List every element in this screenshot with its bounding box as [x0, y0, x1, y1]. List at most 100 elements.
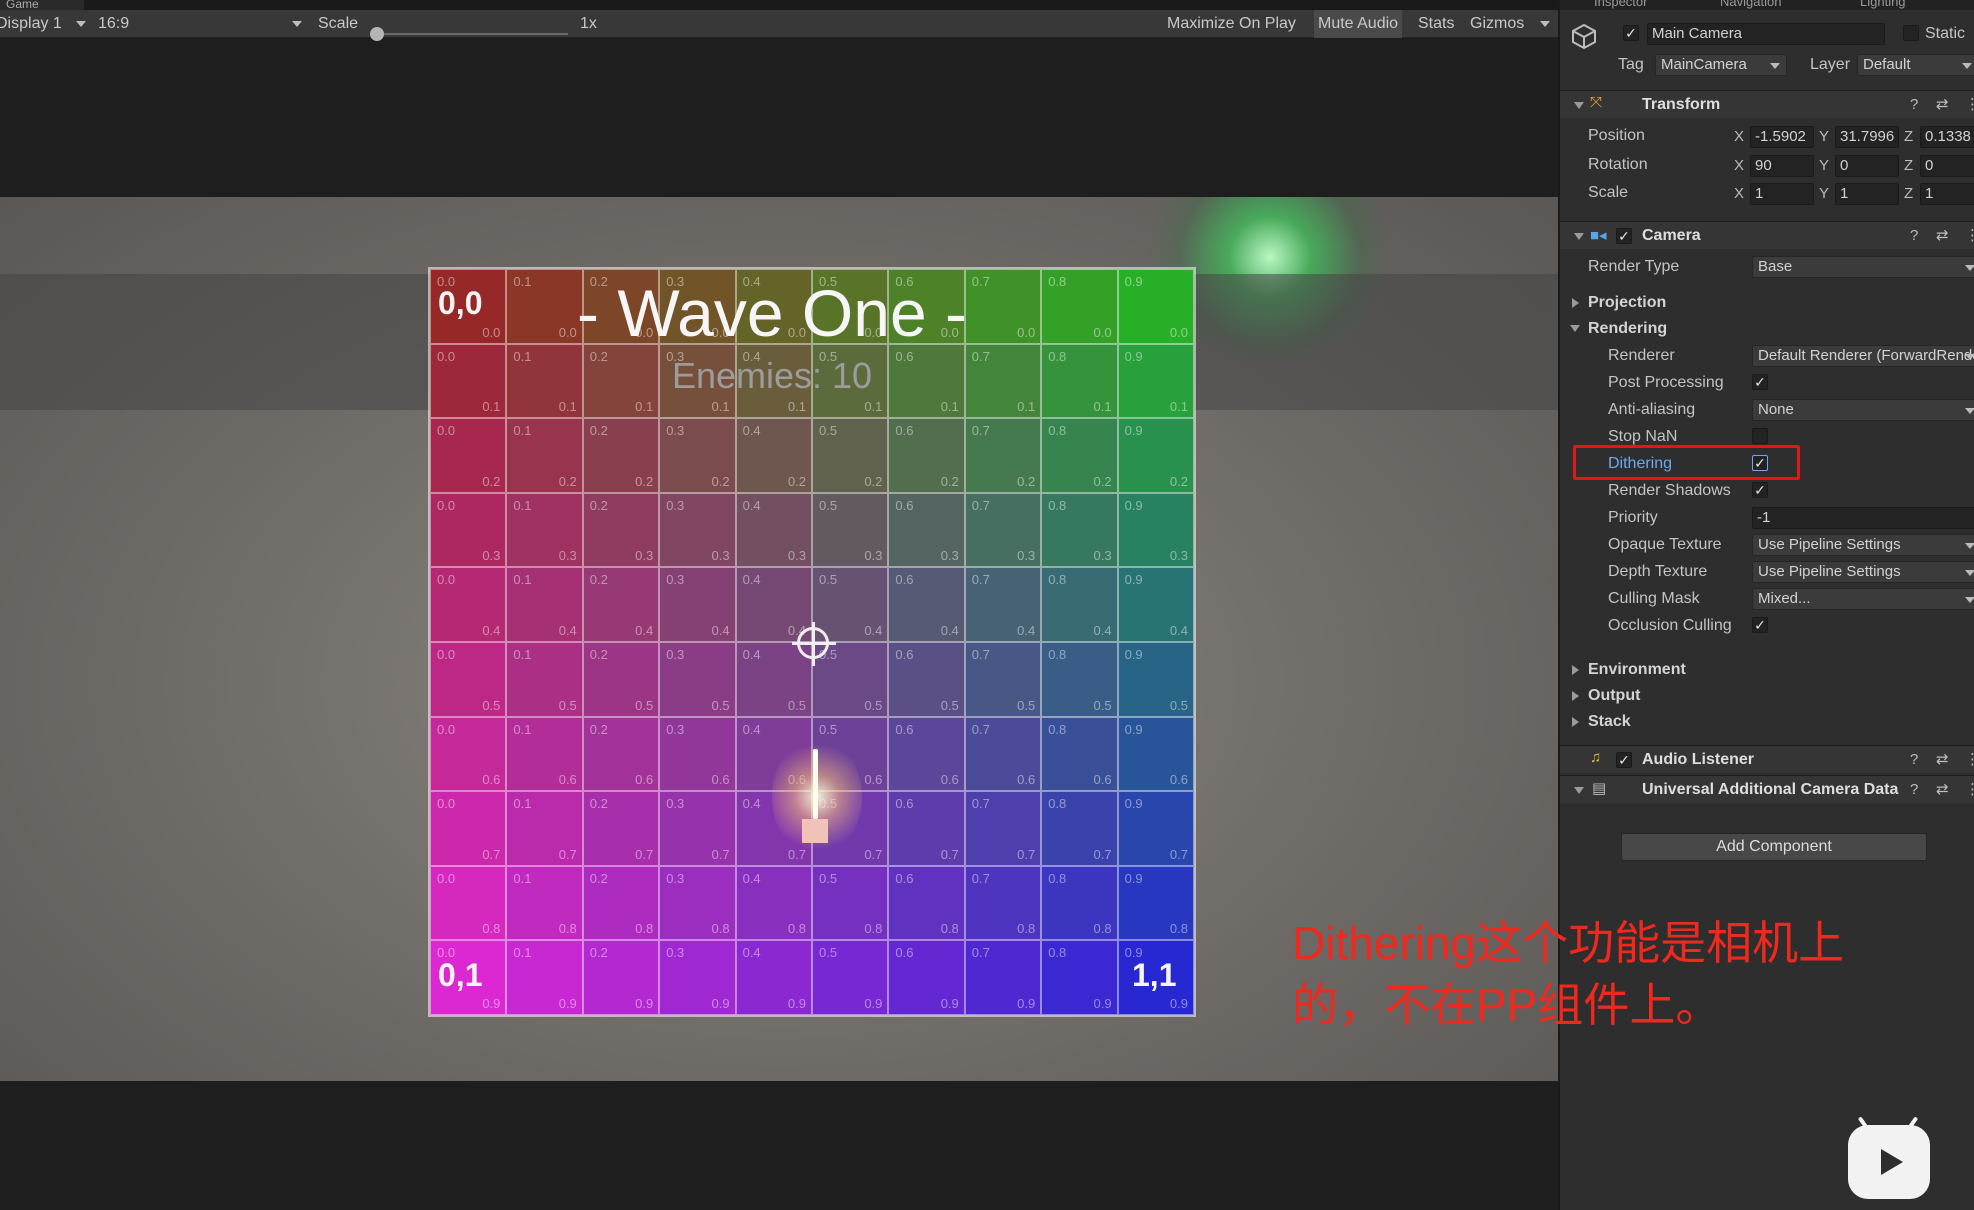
projection-section[interactable]: Projection: [1588, 294, 1666, 312]
help-icon[interactable]: ?: [1910, 781, 1918, 798]
tab-lighting[interactable]: Lighting: [1860, 0, 1906, 9]
rotation-y-field[interactable]: 0: [1835, 155, 1899, 177]
player-ship: [802, 819, 828, 843]
post-processing-checkbox[interactable]: ✓: [1752, 374, 1768, 390]
grid-cell-u-label: 0.8: [1048, 348, 1067, 364]
position-y-field[interactable]: 31.7996: [1835, 126, 1899, 148]
grid-cell-v-label: 0.3: [1169, 548, 1188, 564]
grid-cell-v-label: 0.3: [940, 548, 959, 564]
foldout-closed-icon[interactable]: [1572, 717, 1579, 727]
foldout-open-icon[interactable]: [1574, 102, 1584, 109]
help-icon[interactable]: ?: [1910, 751, 1918, 768]
scale-slider-handle[interactable]: [370, 27, 384, 41]
foldout-open-icon[interactable]: [1574, 233, 1584, 240]
grid-cell-v-label: 0.6: [1093, 772, 1112, 788]
renderer-dropdown[interactable]: Default Renderer (ForwardRenderer): [1752, 345, 1974, 367]
grid-cell: 0.6 0.6: [888, 716, 965, 792]
menu-icon[interactable]: ⋮: [1965, 95, 1974, 113]
grid-cell: 0.3 0.4: [659, 567, 736, 642]
add-component-button[interactable]: Add Component: [1621, 833, 1927, 861]
foldout-open-icon[interactable]: [1574, 787, 1584, 794]
menu-icon[interactable]: ⋮: [1965, 226, 1974, 244]
foldout-closed-icon[interactable]: [1572, 691, 1579, 701]
rotation-x-field[interactable]: 90: [1750, 155, 1814, 177]
tab-inspector[interactable]: Inspector: [1594, 0, 1647, 9]
render-type-dropdown[interactable]: Base: [1752, 256, 1974, 278]
game-tab[interactable]: Game: [0, 0, 84, 10]
grid-cell-v-label: 0.1: [1017, 399, 1036, 415]
camera-header[interactable]: ■◂ ✓ Camera ? ⇄ ⋮: [1560, 221, 1974, 249]
output-section[interactable]: Output: [1588, 687, 1640, 705]
active-toggle[interactable]: ✓: [1623, 25, 1639, 41]
grid-cell: 0.0 0.5: [430, 641, 507, 717]
tab-navigation[interactable]: Navigation: [1720, 0, 1781, 9]
scale-slider[interactable]: [378, 33, 568, 35]
preset-icon[interactable]: ⇄: [1936, 95, 1949, 113]
occlusion-culling-checkbox[interactable]: ✓: [1752, 617, 1768, 633]
grid-cell: 0.6 0.4: [888, 567, 965, 642]
menu-icon[interactable]: ⋮: [1965, 780, 1974, 798]
audio-listener-toggle[interactable]: ✓: [1616, 752, 1632, 768]
static-toggle[interactable]: [1903, 25, 1919, 41]
additional-camera-data-header[interactable]: ▤ Universal Additional Camera Data ? ⇄ ⋮: [1560, 775, 1974, 803]
rotation-z-field[interactable]: 0: [1920, 155, 1974, 177]
menu-icon[interactable]: ⋮: [1965, 750, 1974, 768]
opaque-texture-dropdown[interactable]: Use Pipeline Settings: [1752, 534, 1974, 556]
camera-enabled-toggle[interactable]: ✓: [1616, 228, 1632, 244]
grid-cell-u-label: 0.6: [895, 721, 914, 737]
grid-cell-v-label: 0.9: [1169, 995, 1188, 1011]
grid-cell-v-label: 0.5: [1169, 697, 1188, 713]
render-shadows-checkbox[interactable]: ✓: [1752, 482, 1768, 498]
preset-icon[interactable]: ⇄: [1936, 750, 1949, 768]
help-icon[interactable]: ?: [1910, 227, 1918, 244]
layer-dropdown[interactable]: Default: [1857, 54, 1974, 76]
environment-section[interactable]: Environment: [1588, 661, 1686, 679]
position-z-field[interactable]: 0.1338: [1920, 126, 1974, 148]
scale-x-field[interactable]: 1: [1750, 183, 1814, 205]
transform-title: Transform: [1642, 96, 1721, 113]
axis-y-label: Y: [1819, 157, 1830, 174]
object-name-field[interactable]: Main Camera: [1647, 23, 1885, 45]
grid-cell-u-label: 0.6: [895, 497, 914, 513]
grid-cell-v-label: 0.8: [482, 921, 501, 937]
occlusion-culling-label: Occlusion Culling: [1608, 617, 1732, 634]
audio-listener-header[interactable]: ♫ ✓ Audio Listener ? ⇄ ⋮: [1560, 745, 1974, 773]
transform-header[interactable]: ⤧ Transform ? ⇄ ⋮: [1560, 90, 1974, 118]
maximize-on-play-button[interactable]: Maximize On Play: [1167, 10, 1296, 38]
corner-label-top-left: 0,0: [438, 285, 483, 321]
cube-icon: [1570, 22, 1598, 50]
scale-z-field[interactable]: 1: [1920, 183, 1974, 205]
grid-cell-u-label: 0.3: [666, 646, 685, 662]
stats-button[interactable]: Stats: [1418, 10, 1454, 38]
depth-texture-value: Use Pipeline Settings: [1758, 563, 1901, 580]
priority-field[interactable]: -1: [1752, 507, 1974, 529]
stack-section[interactable]: Stack: [1588, 713, 1631, 731]
grid-cell-u-label: 0.6: [895, 796, 914, 812]
preset-icon[interactable]: ⇄: [1936, 226, 1949, 244]
gizmos-button[interactable]: Gizmos: [1470, 10, 1524, 38]
stop-nan-checkbox[interactable]: [1752, 428, 1768, 444]
foldout-closed-icon[interactable]: [1572, 665, 1579, 675]
render-type-label: Render Type: [1588, 258, 1680, 275]
grid-cell-u-label: 0.8: [1048, 796, 1067, 812]
aspect-dropdown[interactable]: 16:9: [98, 10, 129, 38]
grid-cell-u-label: 0.3: [666, 945, 685, 961]
grid-cell: 0.5 0.9: [812, 940, 889, 1015]
display-dropdown[interactable]: Display 1: [0, 10, 62, 38]
culling-mask-dropdown[interactable]: Mixed...: [1752, 588, 1974, 610]
help-icon[interactable]: ?: [1910, 96, 1918, 113]
depth-texture-dropdown[interactable]: Use Pipeline Settings: [1752, 561, 1974, 583]
grid-cell: 0.1 0.8: [506, 865, 583, 941]
foldout-open-icon[interactable]: [1570, 325, 1580, 332]
render-shadows-label: Render Shadows: [1608, 482, 1731, 499]
tag-dropdown[interactable]: MainCamera: [1655, 54, 1787, 76]
grid-cell-v-label: 0.2: [1093, 473, 1112, 489]
preset-icon[interactable]: ⇄: [1936, 780, 1949, 798]
position-x-field[interactable]: -1.5902: [1750, 126, 1814, 148]
rendering-section[interactable]: Rendering: [1588, 320, 1667, 338]
grid-cell-u-label: 0.9: [1124, 796, 1143, 812]
scale-y-field[interactable]: 1: [1835, 183, 1899, 205]
anti-aliasing-dropdown[interactable]: None: [1752, 399, 1974, 421]
foldout-closed-icon[interactable]: [1572, 298, 1579, 308]
mute-audio-button[interactable]: Mute Audio: [1314, 10, 1403, 38]
